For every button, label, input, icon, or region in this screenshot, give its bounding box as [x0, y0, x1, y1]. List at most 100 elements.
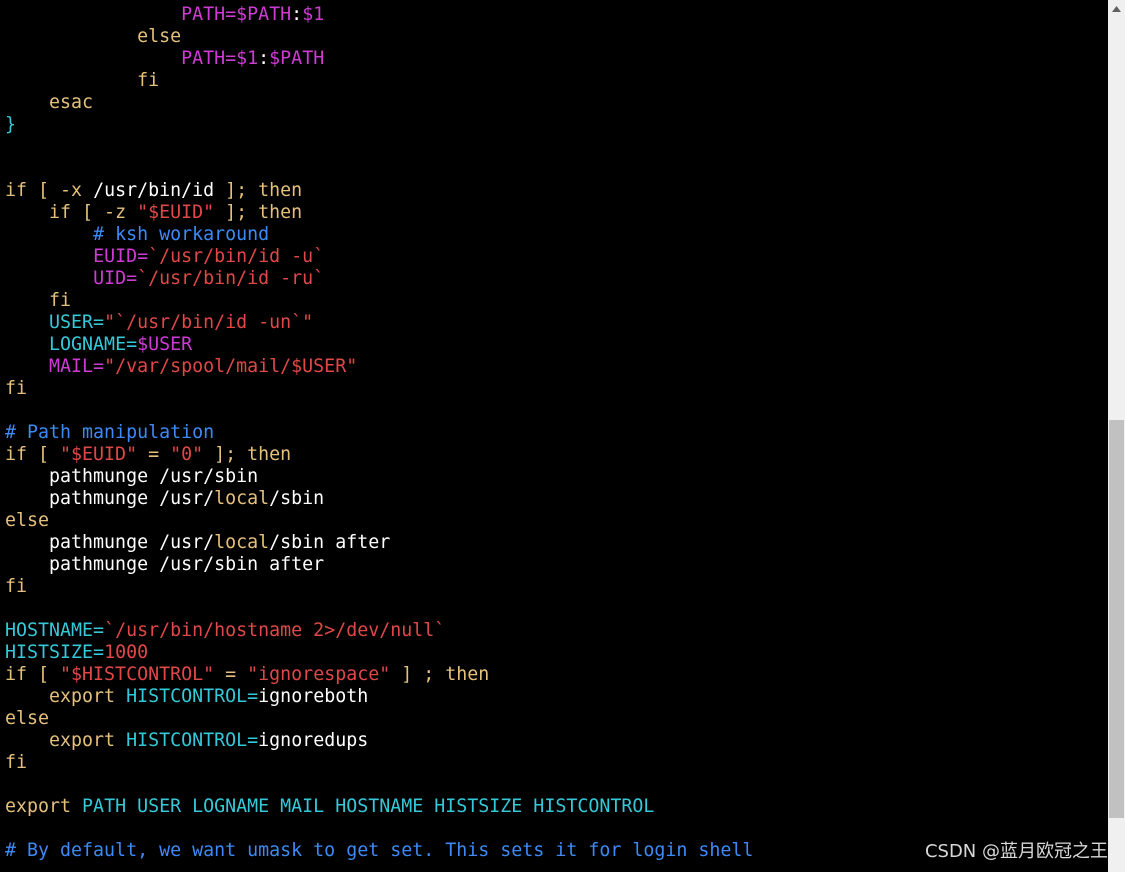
- code-token-default: [5, 48, 181, 69]
- code-token-keyword: if [: [5, 664, 61, 685]
- code-token-string: `/usr/bin/id -ru`: [137, 268, 325, 289]
- code-line: pathmunge /usr/local/sbin: [5, 488, 753, 510]
- code-token-keyword: else: [137, 26, 182, 47]
- code-token-identifier: HISTSIZE=: [5, 642, 105, 663]
- code-token-keyword: else: [5, 708, 50, 729]
- code-token-variable: $USER: [137, 334, 193, 355]
- code-line: else: [5, 26, 753, 48]
- code-token-string: "ignorespace": [247, 664, 391, 685]
- code-token-keyword: export: [5, 796, 72, 817]
- code-line: if [ "$HISTCONTROL" = "ignorespace" ] ; …: [5, 664, 753, 686]
- code-line: PATH=$PATH:$1: [5, 4, 753, 26]
- code-token-default: [115, 686, 126, 707]
- code-token-keyword: =: [214, 664, 248, 685]
- code-token-keyword: export: [49, 730, 116, 751]
- code-line: fi: [5, 70, 753, 92]
- code-token-default: pathmunge /usr/sbin after: [5, 554, 325, 575]
- code-token-identifier: HISTCONTROL=: [126, 730, 259, 751]
- scroll-up-button[interactable]: [1108, 0, 1125, 17]
- code-token-default: ignoredups: [258, 730, 369, 751]
- code-line: export PATH USER LOGNAME MAIL HOSTNAME H…: [5, 796, 753, 818]
- code-line: pathmunge /usr/sbin after: [5, 554, 753, 576]
- terminal-window[interactable]: PATH=$PATH:$1 else PATH=$1:$PATH fi esac…: [0, 0, 1108, 872]
- code-token-keyword: fi: [5, 576, 28, 597]
- code-token-comment: # Path manipulation: [5, 422, 215, 443]
- code-token-default: [5, 334, 49, 355]
- code-token-string: "$EUID": [60, 444, 138, 465]
- code-token-identifier: USER=: [49, 312, 105, 333]
- code-token-identifier: PATH USER LOGNAME MAIL HOSTNAME HISTSIZE…: [71, 796, 655, 817]
- code-token-default: [5, 70, 137, 91]
- code-token-keyword: if [ -z: [49, 202, 138, 223]
- code-line: LOGNAME=$USER: [5, 334, 753, 356]
- code-token-default: :: [258, 48, 270, 69]
- code-line: export HISTCONTROL=ignoreboth: [5, 686, 753, 708]
- code-token-keyword: else: [5, 510, 50, 531]
- code-token-variable: $1: [302, 4, 325, 25]
- code-line: if [ -x /usr/bin/id ]; then: [5, 180, 753, 202]
- code-line: HISTSIZE=1000: [5, 642, 753, 664]
- code-token-default: [5, 246, 93, 267]
- code-token-default: [115, 730, 126, 751]
- code-token-keyword: if [ -x: [5, 180, 94, 201]
- code-line: HOSTNAME=`/usr/bin/hostname 2>/dev/null`: [5, 620, 753, 642]
- code-token-string: "`/usr/bin/id -un`": [104, 312, 314, 333]
- code-token-keyword: local: [214, 532, 270, 553]
- code-token-default: [5, 92, 49, 113]
- code-token-keyword: fi: [5, 752, 28, 773]
- code-token-identifier: LOGNAME=: [49, 334, 138, 355]
- scroll-thumb[interactable]: [1109, 420, 1124, 818]
- code-token-string: 1000: [104, 642, 149, 663]
- code-token-keyword: export: [49, 686, 116, 707]
- code-token-keyword: ]; then: [203, 444, 292, 465]
- code-token-keyword: ]; then: [214, 202, 303, 223]
- code-token-variable: UID=: [93, 268, 138, 289]
- code-line: if [ "$EUID" = "0" ]; then: [5, 444, 753, 466]
- code-token-default: [5, 290, 49, 311]
- code-token-keyword: =: [137, 444, 171, 465]
- code-line: # By default, we want umask to get set. …: [5, 840, 753, 862]
- code-line: MAIL="/var/spool/mail/$USER": [5, 356, 753, 378]
- code-token-default: /sbin after: [269, 532, 391, 553]
- code-line: USER="`/usr/bin/id -un`": [5, 312, 753, 334]
- code-token-default: [5, 730, 49, 751]
- code-token-string: `/usr/bin/id -u`: [148, 246, 325, 267]
- code-line: # Path manipulation: [5, 422, 753, 444]
- code-token-string: "$EUID": [137, 202, 215, 223]
- code-token-variable: PATH=$1: [181, 48, 259, 69]
- code-token-variable: $PATH: [269, 48, 325, 69]
- code-token-default: :: [291, 4, 303, 25]
- code-token-default: [5, 268, 93, 289]
- code-token-string: "0": [170, 444, 204, 465]
- code-line: }: [5, 114, 753, 136]
- code-token-keyword: local: [214, 488, 270, 509]
- code-token-keyword: ] ; then: [390, 664, 490, 685]
- code-token-default: pathmunge /usr/sbin: [5, 466, 259, 487]
- code-token-identifier: HISTCONTROL=: [126, 686, 259, 707]
- code-token-default: [5, 26, 137, 47]
- code-token-variable: PATH=$PATH: [181, 4, 292, 25]
- code-line: # ksh workaround: [5, 224, 753, 246]
- code-token-string: "$HISTCONTROL": [60, 664, 215, 685]
- code-token-string: `/usr/bin/hostname 2>/dev/null`: [104, 620, 446, 641]
- code-token-default: [5, 224, 93, 245]
- code-line: esac: [5, 92, 753, 114]
- code-token-default: pathmunge /usr/: [5, 532, 215, 553]
- code-line: fi: [5, 378, 753, 400]
- code-line: if [ -z "$EUID" ]; then: [5, 202, 753, 224]
- code-editor[interactable]: PATH=$PATH:$1 else PATH=$1:$PATH fi esac…: [5, 4, 753, 862]
- code-line: fi: [5, 576, 753, 598]
- code-token-default: [5, 312, 49, 333]
- code-token-default: [5, 356, 49, 377]
- vertical-scrollbar[interactable]: [1108, 0, 1125, 872]
- code-token-variable: MAIL=: [49, 356, 105, 377]
- code-line: fi: [5, 290, 753, 312]
- code-line: UID=`/usr/bin/id -ru`: [5, 268, 753, 290]
- code-line: PATH=$1:$PATH: [5, 48, 753, 70]
- code-token-default: ignoreboth: [258, 686, 369, 707]
- code-line: EUID=`/usr/bin/id -u`: [5, 246, 753, 268]
- code-line: fi: [5, 752, 753, 774]
